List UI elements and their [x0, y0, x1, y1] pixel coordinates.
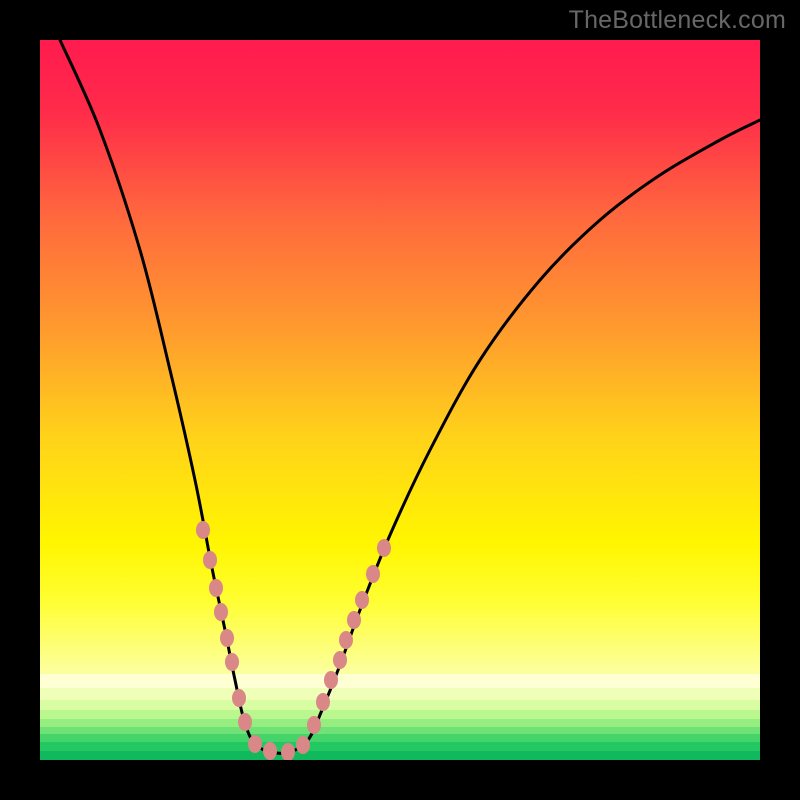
data-marker [248, 735, 262, 753]
plot-area [40, 40, 760, 760]
data-marker [220, 629, 234, 647]
data-marker [238, 713, 252, 731]
data-marker [316, 693, 330, 711]
curve-path [60, 40, 760, 753]
data-marker [307, 716, 321, 734]
watermark-label: TheBottleneck.com [569, 6, 786, 35]
data-marker [209, 579, 223, 597]
data-marker [333, 651, 347, 669]
data-marker [281, 743, 295, 760]
data-marker [324, 671, 338, 689]
data-marker [232, 689, 246, 707]
data-marker [347, 611, 361, 629]
data-marker [214, 603, 228, 621]
data-marker [196, 521, 210, 539]
chart-frame: TheBottleneck.com [0, 0, 800, 800]
data-marker [339, 631, 353, 649]
data-marker [355, 591, 369, 609]
data-marker [377, 539, 391, 557]
data-marker [366, 565, 380, 583]
data-marker [203, 551, 217, 569]
data-marker [263, 742, 277, 760]
data-marker [225, 653, 239, 671]
chart-svg [40, 40, 760, 760]
data-marker [296, 736, 310, 754]
